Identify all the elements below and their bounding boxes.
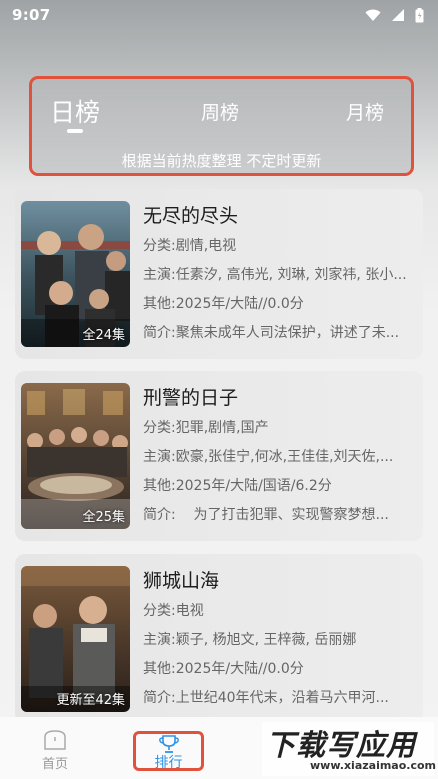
watermark-sub: www.xiazaimao.com	[310, 759, 437, 772]
active-tab-indicator	[67, 129, 83, 133]
tab-daily[interactable]: 日榜	[50, 93, 100, 129]
show-other: 其他:2025年/大陆/国语/6.2分	[143, 478, 332, 494]
status-bar: 9:07	[0, 0, 438, 30]
show-genre: 分类:剧情,电视	[143, 238, 237, 254]
status-time: 9:07	[12, 6, 51, 24]
watermark-main: 下载写应用	[266, 728, 417, 762]
episode-badge: 全25集	[82, 510, 125, 525]
show-poster[interactable]: 全24集	[21, 201, 130, 347]
show-title[interactable]: 无尽的尽头	[143, 201, 238, 228]
show-intro: 简介:上世纪40年代末，沿着马六甲河...	[143, 690, 389, 706]
show-genre: 分类:犯罪,剧情,国产	[143, 420, 269, 436]
nav-home[interactable]: 首页	[35, 729, 75, 775]
nav-home-label: 首页	[41, 757, 68, 772]
nav-rank[interactable]: 排行	[133, 731, 204, 771]
show-card[interactable]: 全24集 无尽的尽头 分类:剧情,电视 主演:任素汐, 高伟光, 刘琳, 刘家祎…	[15, 189, 423, 359]
show-other: 其他:2025年/大陆//0.0分	[143, 661, 304, 677]
show-intro: 简介: 为了打击犯罪、实现警察梦想...	[143, 507, 389, 523]
show-card[interactable]: 全25集 刑警的日子 分类:犯罪,剧情,国产 主演:欧豪,张佳宁,何冰,王佳佳,…	[15, 371, 423, 541]
show-title[interactable]: 狮城山海	[143, 566, 219, 593]
show-poster[interactable]: 全25集	[21, 383, 130, 529]
nav-rank-label: 排行	[154, 755, 183, 771]
show-card[interactable]: 更新至42集 狮城山海 分类:电视 主演:颖子, 杨旭文, 王梓薇, 岳丽娜 其…	[15, 554, 423, 724]
ranking-tab-panel: 日榜 周榜 月榜 根据当前热度整理 不定时更新	[29, 76, 414, 176]
show-intro: 简介:聚焦未成年人司法保护，讲述了未...	[143, 325, 400, 341]
site-watermark: 下载写应用 www.xiazaimao.com	[262, 722, 437, 776]
signal-icon	[392, 9, 404, 21]
home-icon	[44, 730, 66, 750]
status-icons	[365, 7, 424, 23]
ranking-subtitle: 根据当前热度整理 不定时更新	[121, 152, 322, 170]
show-cast: 主演:任素汐, 高伟光, 刘琳, 刘家祎, 张小...	[143, 267, 407, 283]
show-cast: 主演:颖子, 杨旭文, 王梓薇, 岳丽娜	[143, 632, 357, 648]
show-poster[interactable]: 更新至42集	[21, 566, 130, 712]
trophy-icon	[158, 735, 179, 753]
show-other: 其他:2025年/大陆//0.0分	[143, 296, 304, 312]
show-genre: 分类:电视	[143, 603, 204, 619]
episode-badge: 全24集	[82, 328, 125, 343]
show-cast: 主演:欧豪,张佳宁,何冰,王佳佳,刘天佐,...	[143, 449, 394, 465]
tab-weekly[interactable]: 周榜	[201, 98, 239, 125]
battery-icon	[415, 7, 424, 22]
wifi-icon	[365, 9, 381, 21]
tab-monthly[interactable]: 月榜	[346, 98, 384, 125]
show-title[interactable]: 刑警的日子	[143, 383, 238, 410]
episode-badge: 更新至42集	[56, 693, 125, 708]
